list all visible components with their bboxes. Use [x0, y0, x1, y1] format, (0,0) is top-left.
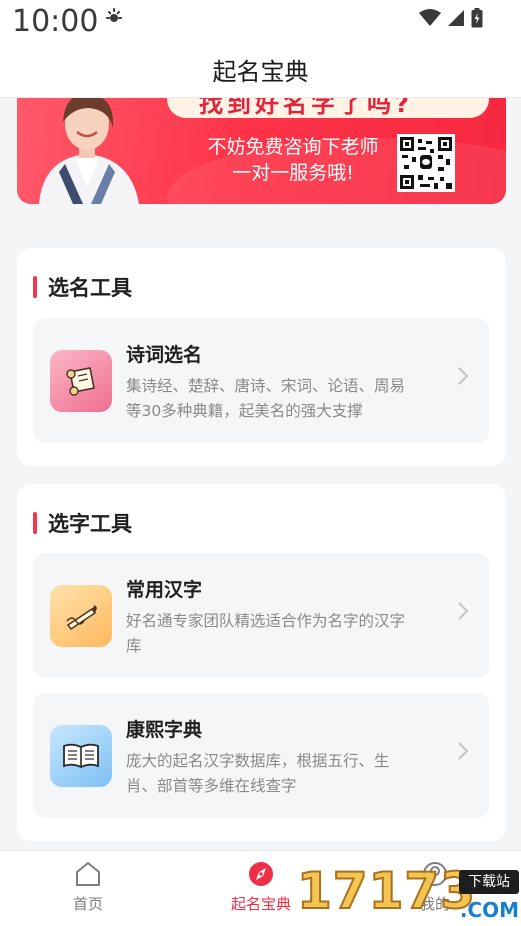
tool-name: 诗词选名 [126, 344, 203, 366]
watermark-number: 17173 [296, 861, 476, 921]
home-icon [74, 862, 102, 891]
qr-code [397, 134, 455, 192]
chevron-right-icon [457, 599, 469, 627]
app-header: 起名宝典 [0, 44, 521, 98]
compass-icon [247, 862, 275, 891]
select-char-tools-card: 选字工具 常用汉字 好名通专家团队精选适合作为名字的汉字 库 康熙字典 庞大的起… [17, 484, 506, 841]
banner-headline-pill: 找到好名字了吗? [167, 98, 489, 118]
select-name-tools-card: 选名工具 诗词选名 集诗经、楚辞、唐诗、宋词、论语、周易 等30多种典籍，起美名… [17, 248, 506, 466]
chevron-right-icon [457, 739, 469, 767]
scroll-icon [50, 350, 112, 412]
nav-label: 首页 [72, 895, 103, 913]
tool-name: 康熙字典 [126, 719, 203, 741]
tool-description-line: 库 [126, 637, 142, 655]
banner-text: 不妨免费咨询下老师 一对一服务哦! [193, 134, 393, 186]
tool-description-line: 等30多种典籍，起美名的强大支撑 [126, 402, 363, 420]
banner-line-1: 不妨免费咨询下老师 [207, 136, 379, 158]
page-title: 起名宝典 [212, 58, 309, 86]
site-watermark: 17173 下载站 .COM [296, 861, 521, 926]
tool-description-line: 好名通专家团队精选适合作为名字的汉字 [126, 612, 406, 630]
tool-description-line: 肖、部首等多维在线查字 [126, 777, 297, 795]
watermark-badge: 下载站 [459, 870, 519, 894]
tool-name: 常用汉字 [126, 579, 203, 601]
signal-icon [447, 9, 465, 31]
tool-item-common-chars[interactable]: 常用汉字 好名通专家团队精选适合作为名字的汉字 库 [33, 553, 489, 678]
nav-home[interactable]: 首页 [33, 861, 143, 914]
tool-item-poetry-naming[interactable]: 诗词选名 集诗经、楚辞、唐诗、宋词、论语、周易 等30多种典籍，起美名的强大支撑 [33, 318, 489, 443]
section-accent-bar [33, 512, 37, 534]
section-title-text: 选字工具 [48, 512, 132, 536]
watermark-domain: .COM [459, 898, 519, 922]
status-bar: 10:00 [0, 0, 521, 44]
battery-icon [471, 8, 483, 32]
tool-description-line: 集诗经、楚辞、唐诗、宋词、论语、周易 [126, 377, 406, 395]
status-icons [419, 8, 483, 32]
section-accent-bar [33, 276, 37, 298]
section-title-text: 选名工具 [48, 276, 132, 300]
banner-line-2: 一对一服务哦! [232, 162, 354, 184]
consult-banner[interactable]: 找到好名字了吗? 不妨免费咨询下老师 一对一服务哦! [17, 98, 506, 204]
tool-description-line: 庞大的起名汉字数据库，根据五行、生 [126, 752, 390, 770]
teacher-avatar [39, 98, 139, 204]
pen-writing-icon [50, 585, 112, 647]
brightness-icon [104, 7, 124, 31]
open-book-icon [50, 725, 112, 787]
tool-item-kangxi-dictionary[interactable]: 康熙字典 庞大的起名汉字数据库，根据五行、生 肖、部首等多维在线查字 [33, 693, 489, 818]
section-title-select-name: 选名工具 [33, 272, 132, 302]
status-time: 10:00 [12, 4, 99, 39]
wifi-icon [419, 9, 441, 31]
chevron-right-icon [457, 364, 469, 392]
banner-headline: 找到好名字了吗? [199, 98, 413, 118]
tool-description: 集诗经、楚辞、唐诗、宋词、论语、周易 等30多种典籍，起美名的强大支撑 [126, 374, 436, 424]
tool-description: 好名通专家团队精选适合作为名字的汉字 库 [126, 609, 436, 659]
tool-description: 庞大的起名汉字数据库，根据五行、生 肖、部首等多维在线查字 [126, 749, 436, 799]
section-title-select-char: 选字工具 [33, 508, 132, 538]
